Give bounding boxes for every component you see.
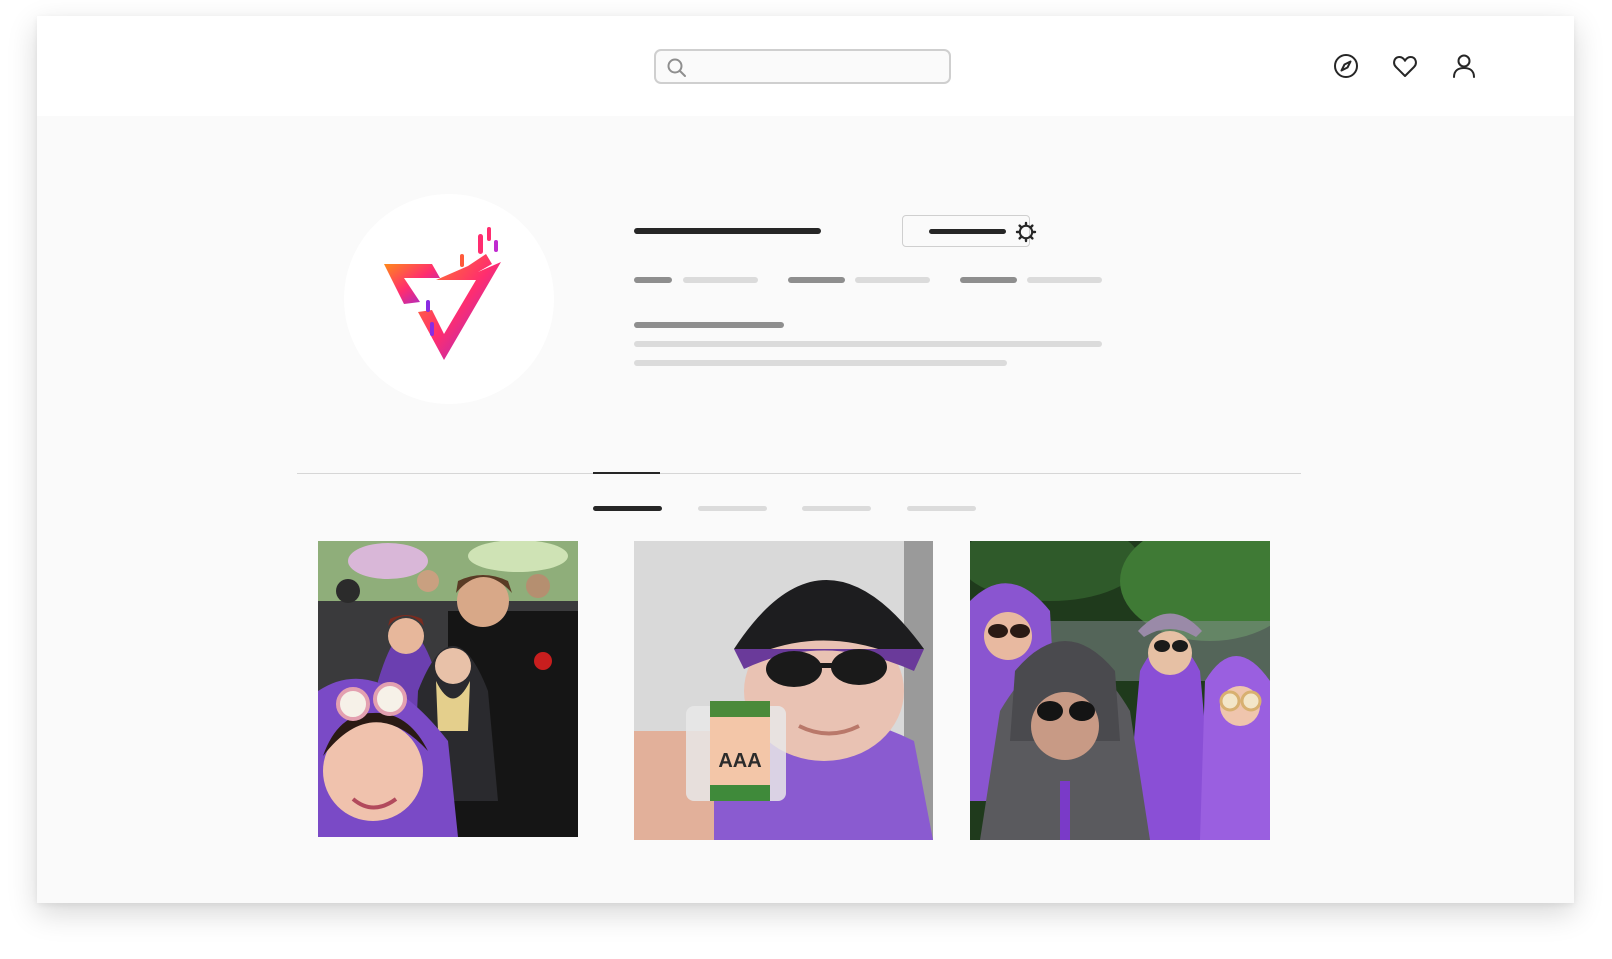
- post-image-group-selfie: [318, 541, 578, 837]
- post-tile-3[interactable]: [970, 541, 1270, 840]
- browser-window: AAA: [37, 16, 1574, 903]
- post-image-wristband-selfie: AAA: [634, 541, 933, 840]
- stat-posts-count: [634, 277, 672, 283]
- edit-profile-button[interactable]: [902, 215, 1030, 247]
- tabs-divider: [297, 473, 1301, 474]
- tab-reels[interactable]: [698, 504, 767, 512]
- compass-icon[interactable]: [1332, 52, 1360, 80]
- user-icon[interactable]: [1450, 52, 1478, 80]
- profile-avatar[interactable]: [344, 194, 554, 404]
- stat-following-label: [1027, 277, 1102, 283]
- post-tile-1[interactable]: [318, 541, 578, 837]
- heart-icon[interactable]: [1391, 52, 1419, 80]
- tab-tagged-label: [907, 506, 976, 511]
- username-placeholder: [634, 228, 821, 234]
- tab-saved[interactable]: [802, 504, 871, 512]
- bio-line-1-placeholder: [634, 341, 1102, 347]
- stat-posts-label: [683, 277, 758, 283]
- post-tile-2[interactable]: AAA: [634, 541, 933, 840]
- stat-followers-count: [788, 277, 845, 283]
- tab-saved-label: [802, 506, 871, 511]
- tab-reels-label: [698, 506, 767, 511]
- search-box[interactable]: [654, 49, 951, 84]
- tab-tagged[interactable]: [907, 504, 976, 512]
- bio-name-placeholder: [634, 322, 784, 328]
- search-input[interactable]: [692, 51, 946, 84]
- top-nav-bar: [37, 16, 1574, 116]
- festival-logo-icon: [384, 227, 501, 360]
- stat-following-count: [960, 277, 1017, 283]
- stat-followers-label: [855, 277, 930, 283]
- tab-posts[interactable]: [593, 504, 662, 512]
- edit-profile-label-placeholder: [929, 229, 1006, 234]
- search-icon: [667, 58, 686, 77]
- post-image-rain-ponchos: [970, 541, 1270, 840]
- wristband-badge-text: AAA: [718, 750, 761, 772]
- tab-posts-label: [593, 506, 662, 511]
- bio-line-2-placeholder: [634, 360, 1007, 366]
- gear-icon[interactable]: [1015, 221, 1037, 243]
- active-tab-indicator: [593, 472, 660, 474]
